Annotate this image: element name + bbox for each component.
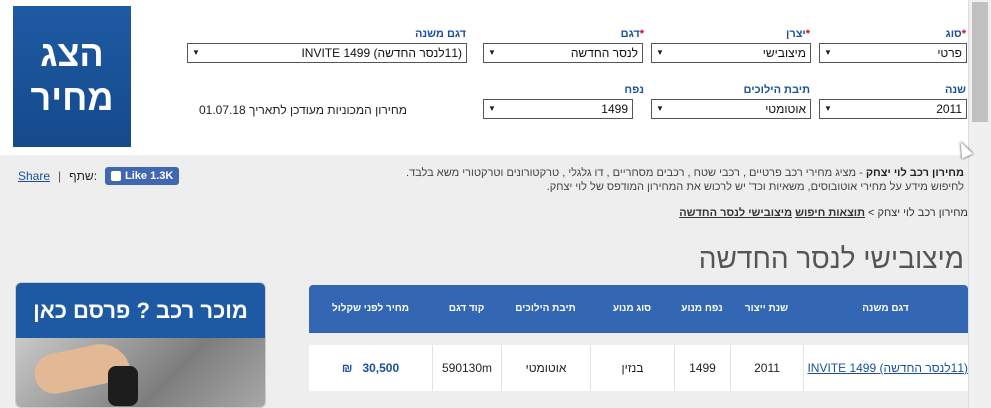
cell-submodel-link[interactable]: (11לנסר החדשה) INVITE 1499 <box>803 345 968 391</box>
engine-label: נפח <box>624 84 644 96</box>
share-separator: | <box>58 169 62 183</box>
show-price-button[interactable]: הצג מחיר <box>13 6 131 147</box>
submodel-label: דגם משנה <box>414 28 466 40</box>
search-panel: הצג מחיר *סוג *יצרן *דגם דגם משנה פרטי ▼ … <box>0 0 968 155</box>
car-key-hand-image <box>16 338 265 407</box>
thumbs-up-icon <box>111 171 122 181</box>
header-year: שנת ייצור <box>744 303 789 314</box>
model-label: *דגם <box>620 28 644 40</box>
header-price: מחיר לפני שקלול <box>331 303 409 314</box>
page-scrollbar[interactable] <box>968 0 991 408</box>
table-row[interactable]: (11לנסר החדשה) INVITE 1499 2011 1499 בנז… <box>309 345 968 391</box>
site-info: מחירון רכב לוי יצחק - מציג מחירי רכב פרט… <box>386 166 964 194</box>
gearbox-label: תיבת הילוכים <box>743 84 810 96</box>
dropdown-arrow-icon: ▼ <box>488 104 496 113</box>
header-engine-type: סוג מנוע <box>612 303 652 314</box>
cell-engine-volume: 1499 <box>674 345 730 391</box>
facebook-like-button[interactable]: Like 1.3K <box>105 167 180 185</box>
share-row: Share | שתף: Like 1.3K <box>18 167 180 185</box>
car-key-icon <box>108 366 138 406</box>
ad-headline: מוכר רכב ? פרסם כאן <box>16 283 265 338</box>
dropdown-arrow-icon: ▼ <box>488 48 496 57</box>
results-table: דגם משנה שנת ייצור נפח מנוע סוג מנוע תיב… <box>309 285 968 391</box>
price-value: 30,500 <box>362 361 400 375</box>
manufacturer-label: *יצרן <box>786 28 810 40</box>
site-info-line1: - מציג מחירי רכב פרטיים , רכבי שטח , רכב… <box>406 167 866 179</box>
breadcrumb-results[interactable]: תוצאות חיפוש <box>795 207 865 219</box>
dropdown-arrow-icon: ▼ <box>656 104 664 113</box>
engine-select[interactable]: 1499 ▼ <box>483 99 633 119</box>
submodel-select[interactable]: (11לנסר החדשה) INVITE 1499 ▼ <box>187 43 467 63</box>
share-label: שתף: <box>69 169 98 183</box>
page-title: מיצובישי לנסר החדשה <box>698 243 964 274</box>
share-link[interactable]: Share <box>18 169 50 183</box>
table-header: דגם משנה שנת ייצור נפח מנוע סוג מנוע תיב… <box>309 285 968 333</box>
header-submodel: דגם משנה <box>862 303 909 314</box>
cell-engine-type: בנזין <box>590 345 674 391</box>
model-select[interactable]: לנסר החדשה ▼ <box>483 43 643 63</box>
dropdown-arrow-icon: ▼ <box>824 104 832 113</box>
dropdown-arrow-icon: ▼ <box>192 48 200 57</box>
cell-year: 2011 <box>730 345 803 391</box>
cell-gearbox: אוטומטי <box>501 345 590 391</box>
manufacturer-select[interactable]: מיצובישי ▼ <box>651 43 811 63</box>
site-info-brand: מחירון רכב לוי יצחק <box>865 167 964 179</box>
cell-price: 30,500 ₪ <box>309 345 432 391</box>
breadcrumb-root[interactable]: מחירון רכב לוי יצחק <box>878 207 968 219</box>
header-model-code: קוד דגם <box>448 303 485 314</box>
type-select[interactable]: פרטי ▼ <box>819 43 967 63</box>
site-info-line2: לחיפוש מידע על מחירי אוטובוסים, משאיות ו… <box>546 181 964 193</box>
header-engine-volume: נפח מנוע <box>681 303 723 314</box>
dropdown-arrow-icon: ▼ <box>824 48 832 57</box>
gearbox-select[interactable]: אוטומטי ▼ <box>651 99 811 119</box>
sell-car-ad[interactable]: מוכר רכב ? פרסם כאן <box>15 282 266 408</box>
dropdown-arrow-icon: ▼ <box>656 48 664 57</box>
year-select[interactable]: 2011 ▼ <box>819 99 967 119</box>
shekel-icon: ₪ <box>341 361 353 375</box>
breadcrumb: מחירון רכב לוי יצחק > תוצאות חיפוש מיצוב… <box>679 207 968 219</box>
price-list-update-note: מחירון המכוניות מעודכן לתאריך 01.07.18 <box>199 103 407 117</box>
year-label: שנה <box>944 84 966 96</box>
type-label: *סוג <box>945 28 966 40</box>
scrollbar-thumb[interactable] <box>972 2 988 122</box>
header-gearbox: תיבת הילוכים <box>515 303 576 314</box>
breadcrumb-arrow: > <box>868 207 875 219</box>
breadcrumb-current: מיצובישי לנסר החדשה <box>679 207 793 219</box>
cell-model-code: 590130m <box>432 345 501 391</box>
